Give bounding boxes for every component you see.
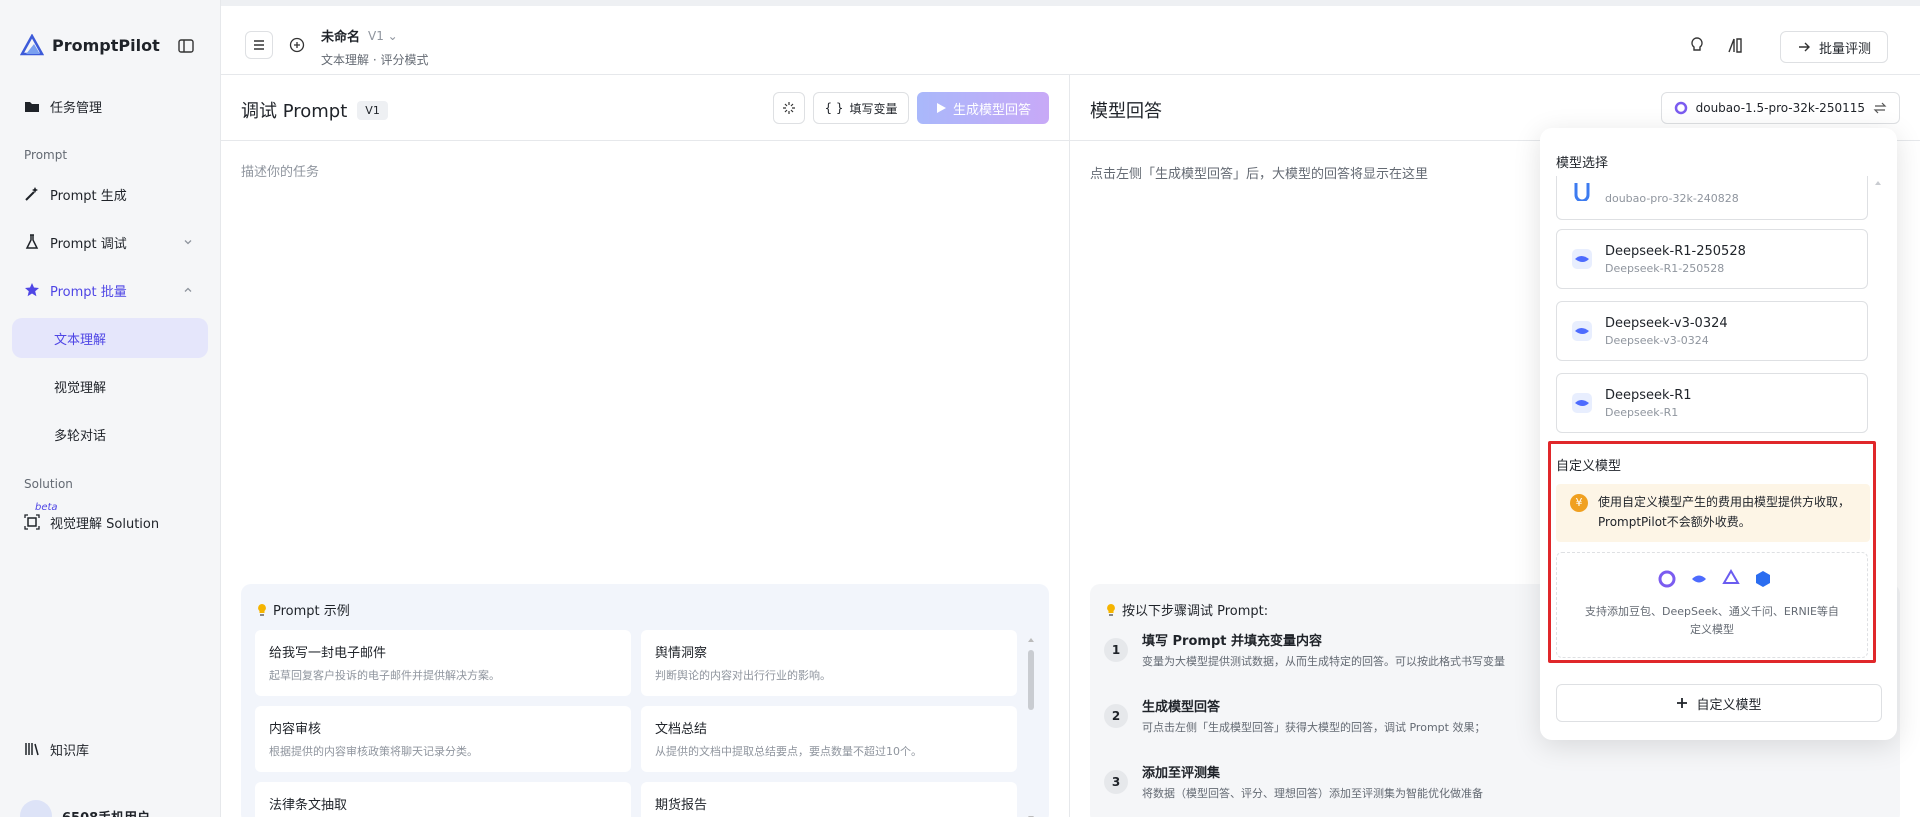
folder-icon [25,102,39,112]
plus-icon [1677,698,1688,708]
dropdown-scroll-up-icon[interactable] [1875,180,1881,188]
model-option-deepseek-v3-0324[interactable]: Deepseek-v3-0324 Deepseek-v3-0324 [1556,301,1868,361]
version-select[interactable]: V1 ⌄ [368,29,398,43]
chevron-down-icon [184,240,192,245]
model-option-deepseek-r1-250528[interactable]: Deepseek-R1-250528 Deepseek-R1-250528 [1556,229,1868,289]
chevron-up-icon [184,287,192,292]
custom-model-dropzone[interactable]: 支持添加豆包、DeepSeek、通义千问、ERNIE等自定义模型 [1556,552,1868,658]
example-card[interactable]: 法律条文抽取 [255,782,631,817]
provider-icons [1657,569,1773,589]
sidebar-sub-vision-understanding[interactable]: 视觉理解 [12,366,208,406]
custom-model-title: 自定义模型 [1556,459,1622,474]
step-item: 1 填写 Prompt 并填充变量内容 变量为大模型提供测试数据，从而生成特定的回… [1104,630,1505,669]
deepseek-icon [1572,393,1592,413]
ernie-icon [1753,569,1773,589]
app-name: PromptPilot [52,35,160,55]
coin-icon: ¥ [1570,494,1588,512]
billing-notice: ¥ 使用自定义模型产生的费用由模型提供方收取，PromptPilot不会额外收费… [1556,484,1870,542]
scan-cube-icon [24,514,40,530]
sidebar-collapse-icon[interactable] [177,37,197,57]
answer-panel-title: 模型回答 [1090,101,1162,122]
menu-button[interactable] [245,31,273,59]
prompt-panel-header: 调试 Prompt V1 { } 填写变量 生成模型回答 [221,75,1069,141]
sidebar-sub-multi-turn[interactable]: 多轮对话 [12,414,208,454]
generate-answer-button[interactable]: 生成模型回答 [917,92,1049,124]
optimize-button[interactable] [773,92,805,124]
user-profile[interactable]: 6508手机用户... [20,800,165,817]
prompt-panel: 调试 Prompt V1 { } 填写变量 生成模型回答 描述你的任务 Prom… [221,75,1070,817]
doubao-icon [1674,101,1687,115]
group-label-prompt: Prompt [24,148,68,162]
play-icon [936,103,946,113]
deepseek-icon [1689,569,1709,589]
step-item: 3 添加至评测集 将数据（模型回答、评分、理想回答）添加至评测集为智能优化做准备 [1104,762,1483,801]
doc-subtitle: 文本理解 · 评分模式 [321,53,429,67]
step-item: 2 生成模型回答 可点击左侧「生成模型回答」获得大模型的回答，调试 Prompt … [1104,696,1485,735]
promptpilot-logo-icon [20,34,44,56]
plus-circle-icon [289,37,305,53]
tongyi-icon [1721,569,1741,589]
examples-scrollbar[interactable] [1027,636,1035,817]
example-card[interactable]: 给我写一封电子邮件 起草回复客户投诉的电子邮件并提供解决方案。 [255,630,631,696]
sidebar-item-vision-solution[interactable]: 视觉理解 Solution [12,502,208,542]
model-option-doubao-pro[interactable]: doubao-pro-32k-240828 [1556,176,1868,220]
sidebar-item-knowledge[interactable]: 知识库 [12,729,208,769]
deepseek-icon [1572,321,1592,341]
sidebar-item-prompt-debug[interactable]: Prompt 调试 [12,222,208,262]
logo[interactable]: PromptPilot [20,34,160,56]
example-card[interactable]: 期货报告 [641,782,1017,817]
star-stack-icon [25,283,39,297]
doubao-icon [1574,183,1590,201]
prompt-panel-title: 调试 Prompt V1 [241,97,388,123]
sidebar-item-task-mgmt[interactable]: 任务管理 [12,86,208,126]
version-tag: V1 [357,100,388,120]
prompt-input[interactable]: 描述你的任务 [241,161,319,180]
compare-tool-icon[interactable] [1726,36,1746,56]
model-list-partial: doubao-pro-32k-240828 [1540,176,1897,220]
steps-title: 按以下步骤调试 Prompt: [1104,600,1268,619]
library-icon [25,743,39,756]
example-card[interactable]: 舆情洞察 判断舆论的内容对出行行业的影响。 [641,630,1017,696]
lightbulb-icon [258,603,266,616]
fill-variables-button[interactable]: { } 填写变量 [813,92,909,124]
batch-eval-button[interactable]: 批量评测 [1779,31,1888,63]
model-selector[interactable]: doubao-1.5-pro-32k-250115 [1660,92,1900,124]
avatar [20,800,52,817]
sidebar: PromptPilot 任务管理 Prompt Prompt 生成 Prompt… [0,0,221,817]
new-task-button[interactable] [283,31,311,59]
arrow-right-icon [1798,42,1810,52]
model-dropdown-title: 模型选择 [1556,156,1609,171]
sparkle-icon [783,102,795,114]
model-dropdown: 模型选择 doubao-pro-32k-240828 Deepseek-R1-2… [1540,128,1897,740]
deepseek-icon [1572,249,1592,269]
group-label-solution: Solution [24,477,73,491]
sidebar-item-prompt-batch[interactable]: Prompt 批量 [12,270,208,310]
lightbulb-tool-icon[interactable] [1688,36,1708,56]
braces-icon: { } [824,101,844,115]
lightbulb-icon [1107,603,1115,616]
flask-icon [25,234,39,249]
add-custom-model-button[interactable]: 自定义模型 [1556,684,1882,722]
menu-icon [254,40,264,50]
swap-icon [1873,102,1887,114]
sidebar-item-prompt-gen[interactable]: Prompt 生成 [12,174,208,214]
example-card[interactable]: 文档总结 从提供的文档中提取总结要点，要点数量不超过10个。 [641,706,1017,772]
top-bar: 未命名 V1 ⌄ 文本理解 · 评分模式 批量评测 [221,0,1920,75]
sidebar-sub-text-understanding[interactable]: 文本理解 [12,318,208,358]
model-option-deepseek-r1[interactable]: Deepseek-R1 Deepseek-R1 [1556,373,1868,433]
prompt-examples: Prompt 示例 给我写一封电子邮件 起草回复客户投诉的电子邮件并提供解决方案… [241,584,1049,817]
example-card[interactable]: 内容审核 根据提供的内容审核政策将聊天记录分类。 [255,706,631,772]
support-text: 支持添加豆包、DeepSeek、通义千问、ERNIE等自定义模型 [1585,605,1839,636]
answer-hint: 点击左侧「生成模型回答」后，大模型的回答将显示在这里 [1090,167,1429,182]
doubao-icon [1657,569,1677,589]
examples-title: Prompt 示例 [255,600,350,619]
doc-title[interactable]: 未命名 V1 ⌄ [321,26,398,46]
magic-wand-icon [25,187,38,201]
